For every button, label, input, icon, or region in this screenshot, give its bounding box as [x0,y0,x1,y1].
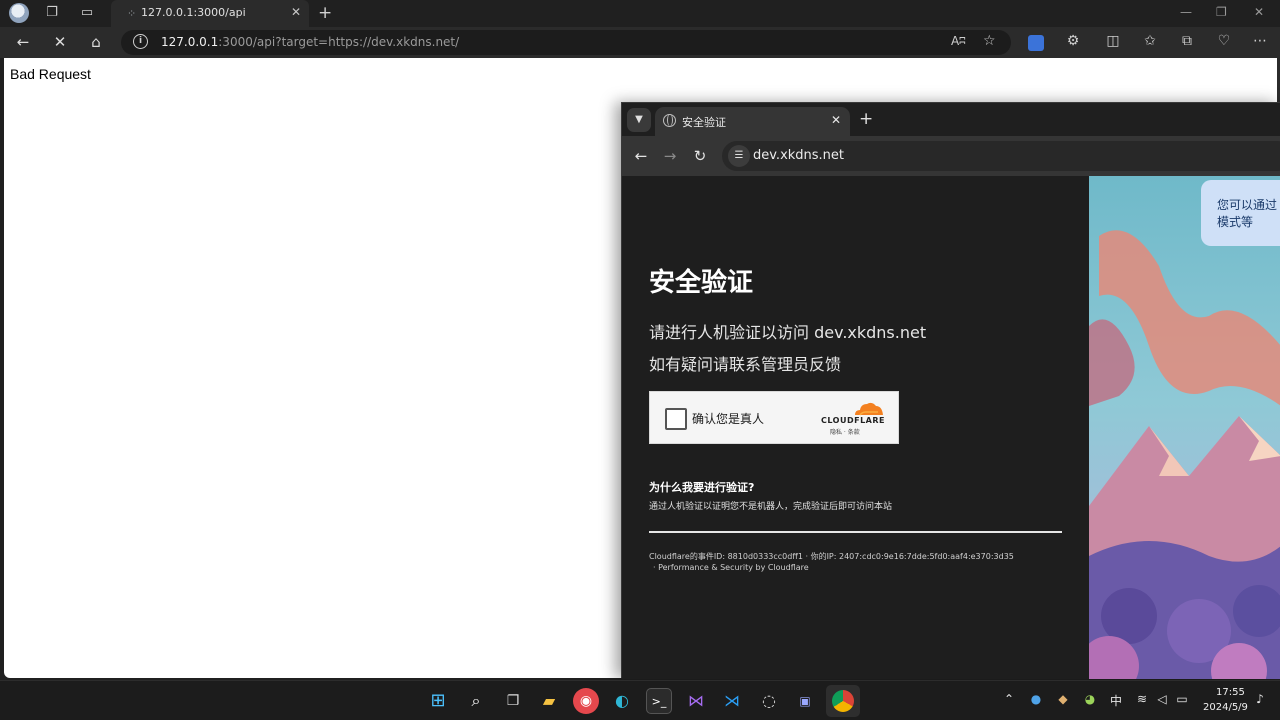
close-window-icon[interactable]: ✕ [1254,5,1264,19]
ray-id-footer: Cloudflare的事件ID: 8810d0333cc0dff1 · 你的IP… [649,552,1014,561]
close-tab-icon[interactable]: ✕ [831,113,841,127]
chrome-tab-title: 安全验证 [682,116,726,129]
address-bar[interactable]: i 127.0.0.1:3000/api?target=https://dev.… [121,30,1011,55]
chrome-window: ▼ 安全验证 ✕ + ← → ↻ ☰ dev.xkdns.net 安全验证 请进… [621,102,1280,679]
tray-app-icon[interactable]: ◕ [1081,692,1099,706]
site-settings-icon[interactable]: ☰ [728,145,750,167]
netease-music-icon[interactable]: ◉ [573,688,599,714]
back-icon[interactable]: ← [12,32,34,52]
omnibox-url[interactable]: dev.xkdns.net [753,148,844,163]
favorites-icon[interactable]: ✩ [1140,33,1160,49]
why-text: 通过人机验证以证明您不是机器人，完成验证后即可访问本站 [649,502,893,512]
maximize-icon[interactable]: ❐ [1216,5,1227,19]
chrome-icon[interactable] [832,690,854,712]
edge-tab-strip: ❐ ▭ ⁘ 127.0.0.1:3000/api ✕ + — ❐ ✕ [0,0,1280,27]
visual-studio-icon[interactable]: ⋈ [683,688,709,714]
performance-footer[interactable]: · Performance & Security by Cloudflare [653,563,809,572]
clock-date[interactable]: 2024/5/9 [1203,702,1248,713]
landscape-illustration [1089,176,1280,679]
tooltip-popup[interactable]: 您可以通过 模式等 [1201,180,1280,246]
file-explorer-icon[interactable]: ▰ [536,688,562,714]
start-icon[interactable]: ⊞ [425,688,451,714]
page-text: Bad Request [10,66,91,82]
home-icon[interactable]: ⌂ [85,32,107,52]
app-icon[interactable]: ▣ [792,688,818,714]
stop-loading-icon[interactable]: ✕ [49,32,71,52]
tab-actions-icon[interactable]: ▭ [76,3,98,23]
globe-icon [663,114,676,127]
tray-app-icon[interactable]: ● [1027,692,1045,706]
split-screen-icon[interactable]: ◫ [1103,33,1123,49]
github-icon[interactable]: ◌ [756,688,782,714]
new-tab-button[interactable]: + [859,109,873,129]
wifi-icon[interactable]: ≋ [1133,692,1151,706]
privacy-terms-links[interactable]: 隐私 · 条款 [830,427,860,436]
tray-app-icon[interactable]: ◆ [1054,692,1072,706]
workspaces-icon[interactable]: ❐ [41,3,63,23]
back-icon[interactable]: ← [631,146,651,166]
chrome-tab-active[interactable]: 安全验证 ✕ [655,107,850,136]
extension-badge-icon[interactable] [1028,35,1044,51]
loading-spinner-icon: ⁘ [127,7,137,20]
why-heading: 为什么我要进行验证? [649,481,755,494]
edge-tab-active[interactable]: ⁘ 127.0.0.1:3000/api ✕ [111,0,309,27]
chrome-tab-strip: ▼ 安全验证 ✕ + [622,103,1280,136]
turnstile-widget: 确认您是真人 CLOUDFLARE 隐私 · 条款 [649,391,899,444]
tooltip-line1: 您可以通过 [1217,198,1278,212]
cloudflare-logo: CLOUDFLARE 隐私 · 条款 [820,401,890,437]
task-view-icon[interactable]: ❐ [500,688,526,714]
new-tab-button[interactable]: + [318,3,332,23]
more-menu-icon[interactable]: ⋯ [1250,33,1270,49]
search-icon[interactable]: ⌕ [463,688,489,714]
background-artwork: 您可以通过 模式等 [1089,176,1280,679]
read-aloud-icon[interactable]: Aʭ [951,34,965,48]
battery-icon[interactable]: ▭ [1173,692,1191,706]
omnibox[interactable]: ☰ dev.xkdns.net [722,141,1280,171]
edge-tab-title: 127.0.0.1:3000/api [141,6,246,19]
challenge-panel: 安全验证 请进行人机验证以访问 dev.xkdns.net 如有疑问请联系管理员… [622,176,1089,679]
reload-icon[interactable]: ↻ [690,146,710,166]
close-tab-icon[interactable]: ✕ [291,5,301,19]
collections-icon[interactable]: ⧉ [1177,33,1197,49]
chrome-toolbar: ← → ↻ ☰ dev.xkdns.net [622,136,1280,176]
cloudflare-wordmark: CLOUDFLARE [821,416,885,425]
browser-essentials-icon[interactable]: ♡ [1214,33,1234,49]
edge-toolbar: ← ✕ ⌂ i 127.0.0.1:3000/api?target=https:… [0,27,1280,58]
edge-icon[interactable]: ◐ [609,688,635,714]
challenge-contact: 如有疑问请联系管理员反馈 [649,355,842,374]
forward-icon[interactable]: → [660,146,680,166]
checkbox-label: 确认您是真人 [692,412,765,426]
profile-avatar[interactable] [9,3,29,23]
tab-search-chevron-icon[interactable]: ▼ [627,108,651,132]
vscode-icon[interactable]: ⋊ [719,688,745,714]
minimize-icon[interactable]: — [1180,5,1192,19]
tooltip-line2: 模式等 [1217,215,1254,229]
volume-icon[interactable]: ◁ [1153,692,1171,706]
taskbar: ⊞ ⌕ ❐ ▰ ◉ ◐ >_ ⋈ ⋊ ◌ ▣ ⌃ ● ◆ ◕ 中 ≋ ◁ ▭ 1… [0,680,1280,720]
terminal-icon[interactable]: >_ [646,688,672,714]
favorite-star-icon[interactable]: ☆ [983,33,996,49]
cloudflare-cloud-icon [855,402,883,416]
tray-expand-chevron-icon[interactable]: ⌃ [1000,692,1018,706]
divider [649,531,1062,533]
chrome-page: 安全验证 请进行人机验证以访问 dev.xkdns.net 如有疑问请联系管理员… [622,176,1280,679]
human-verification-checkbox[interactable] [665,408,687,430]
extensions-icon[interactable]: ⚙ [1063,33,1083,49]
ime-indicator[interactable]: 中 [1107,692,1125,709]
site-info-icon[interactable]: i [133,34,148,49]
address-url[interactable]: 127.0.0.1:3000/api?target=https://dev.xk… [161,35,459,49]
notification-bell-icon[interactable]: ♪ [1251,692,1269,706]
challenge-subtitle: 请进行人机验证以访问 dev.xkdns.net [649,323,927,342]
challenge-title: 安全验证 [649,268,754,298]
clock-time[interactable]: 17:55 [1216,687,1245,698]
